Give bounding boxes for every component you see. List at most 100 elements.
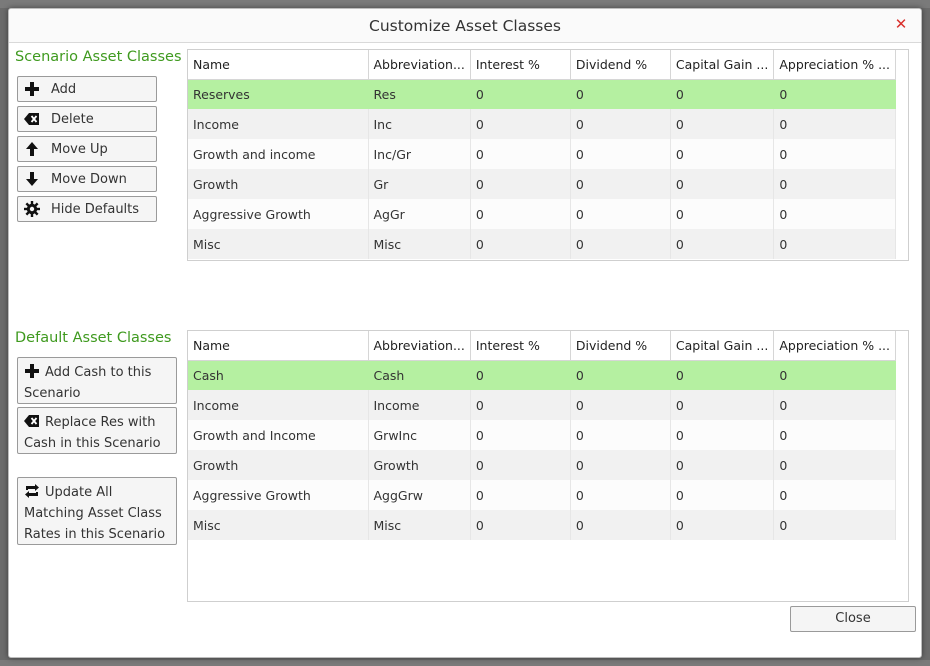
replace-res-with-cash-button[interactable]: Replace Res with Cash in this Scenario: [17, 407, 177, 454]
hide-defaults-button[interactable]: Hide Defaults: [17, 196, 157, 222]
table-cell: 0: [670, 450, 775, 480]
update-all-button-line3: Rates in this Scenario: [24, 527, 166, 542]
table-cell: Income: [368, 390, 471, 420]
move-down-button[interactable]: Move Down: [17, 166, 157, 192]
table-cell: 0: [773, 420, 896, 450]
default-asset-classes-grid[interactable]: Name Abbreviation... Interest % Dividend % C…: [187, 330, 909, 602]
replace-res-button-line2: Cash in this Scenario: [24, 436, 161, 451]
dialog-title: Customize Asset Classes: [369, 17, 561, 35]
table-row[interactable]: Growth and income Inc/Gr 0 0 0 0: [188, 139, 896, 169]
column-header[interactable]: Name: [188, 331, 369, 361]
table-cell: 0: [570, 139, 671, 169]
table-cell: 0: [570, 199, 671, 229]
column-header[interactable]: Capital Gain ...: [670, 50, 775, 80]
table-cell: 0: [570, 229, 671, 259]
table-cell: 0: [570, 420, 671, 450]
plus-icon: [25, 364, 39, 378]
table-cell: 0: [670, 420, 775, 450]
delete-button-label: Delete: [51, 111, 94, 127]
table-cell: 0: [670, 360, 775, 390]
table-cell: 0: [470, 390, 571, 420]
table-row[interactable]: Growth Growth 0 0 0 0: [188, 450, 896, 480]
table-cell: 0: [470, 360, 571, 390]
plus-icon: [25, 82, 39, 96]
gear-icon: [24, 201, 40, 217]
arrow-up-icon: [26, 142, 38, 156]
backspace-icon: [24, 415, 39, 427]
column-header[interactable]: Dividend %: [570, 331, 671, 361]
scenario-asset-classes-grid[interactable]: Name Abbreviation... Interest % Dividend % C…: [187, 49, 909, 261]
table-row[interactable]: Cash Cash 0 0 0 0: [188, 360, 896, 390]
column-header[interactable]: Abbreviation...: [368, 331, 471, 361]
update-all-button-line2: Matching Asset Class: [24, 506, 162, 521]
table-row[interactable]: Income Income 0 0 0 0: [188, 390, 896, 420]
move-up-button-label: Move Up: [51, 141, 108, 157]
arrow-down-icon: [26, 172, 38, 186]
table-row[interactable]: Misc Misc 0 0 0 0: [188, 510, 896, 540]
defaults-table: Name Abbreviation... Interest % Dividend % C…: [188, 331, 896, 540]
column-header[interactable]: Dividend %: [570, 50, 671, 80]
table-cell: 0: [670, 510, 775, 540]
table-cell: Cash: [188, 360, 369, 390]
table-row[interactable]: Misc Misc 0 0 0 0: [188, 229, 896, 259]
update-all-matching-rates-button[interactable]: Update All Matching Asset Class Rates in…: [17, 477, 177, 545]
background-strip-bottom: [0, 660, 930, 666]
column-header[interactable]: Interest %: [470, 331, 571, 361]
table-cell: Aggressive Growth: [188, 199, 369, 229]
backspace-icon: [24, 113, 39, 125]
table-cell: 0: [773, 450, 896, 480]
table-cell: 0: [470, 420, 571, 450]
table-cell: Growth and Income: [188, 420, 369, 450]
scenario-section-title: Scenario Asset Classes: [15, 49, 182, 65]
table-cell: Misc: [188, 229, 369, 259]
table-row[interactable]: Aggressive Growth AgGr 0 0 0 0: [188, 199, 896, 229]
column-header[interactable]: Appreciation % ...: [773, 331, 896, 361]
replace-res-button-line1: Replace Res with: [45, 415, 156, 430]
table-cell: 0: [773, 79, 896, 109]
customize-asset-classes-dialog: Customize Asset Classes ✕ Scenario Asset…: [8, 8, 922, 658]
table-cell: 0: [773, 139, 896, 169]
column-header[interactable]: Appreciation % ...: [773, 50, 896, 80]
table-cell: Gr: [368, 169, 471, 199]
close-icon[interactable]: ✕: [893, 16, 909, 32]
table-row[interactable]: Growth and Income GrwInc 0 0 0 0: [188, 420, 896, 450]
table-row[interactable]: Reserves Res 0 0 0 0: [188, 79, 896, 109]
close-button[interactable]: Close: [790, 606, 916, 632]
column-header[interactable]: Name: [188, 50, 369, 80]
table-cell: 0: [670, 169, 775, 199]
table-cell: 0: [470, 229, 571, 259]
table-cell: AggGrw: [368, 480, 471, 510]
add-cash-to-scenario-button[interactable]: Add Cash to this Scenario: [17, 357, 177, 404]
table-cell: 0: [670, 139, 775, 169]
table-cell: 0: [773, 109, 896, 139]
table-cell: Growth: [188, 450, 369, 480]
scenario-table-header: Name Abbreviation... Interest % Dividend % C…: [188, 50, 896, 80]
column-header[interactable]: Abbreviation...: [368, 50, 471, 80]
table-cell: 0: [773, 199, 896, 229]
table-cell: 0: [570, 109, 671, 139]
table-cell: Growth: [188, 169, 369, 199]
move-down-button-label: Move Down: [51, 171, 127, 187]
table-cell: Reserves: [188, 79, 369, 109]
table-row[interactable]: Growth Gr 0 0 0 0: [188, 169, 896, 199]
table-cell: Income: [188, 109, 369, 139]
table-cell: Cash: [368, 360, 471, 390]
table-row[interactable]: Income Inc 0 0 0 0: [188, 109, 896, 139]
table-cell: 0: [570, 450, 671, 480]
table-cell: 0: [773, 229, 896, 259]
table-cell: 0: [470, 109, 571, 139]
column-header[interactable]: Capital Gain ...: [670, 331, 775, 361]
add-button[interactable]: Add: [17, 76, 157, 102]
delete-button[interactable]: Delete: [17, 106, 157, 132]
table-cell: 0: [570, 510, 671, 540]
move-up-button[interactable]: Move Up: [17, 136, 157, 162]
table-cell: 0: [570, 79, 671, 109]
table-cell: 0: [470, 199, 571, 229]
add-button-label: Add: [51, 81, 77, 97]
column-header[interactable]: Interest %: [470, 50, 571, 80]
dialog-title-bar: Customize Asset Classes ✕: [9, 9, 921, 43]
table-cell: 0: [570, 360, 671, 390]
table-row[interactable]: Aggressive Growth AggGrw 0 0 0 0: [188, 480, 896, 510]
table-cell: 0: [670, 199, 775, 229]
table-cell: 0: [670, 390, 775, 420]
